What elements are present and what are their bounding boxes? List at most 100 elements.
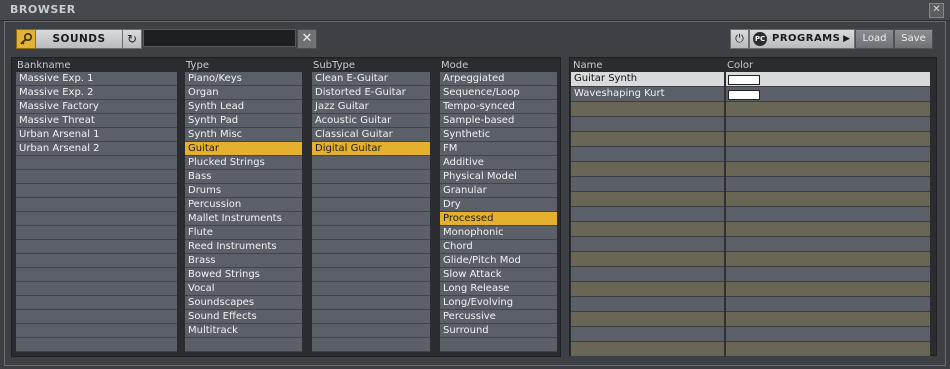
subtype-item[interactable]: Jazz Guitar: [312, 100, 430, 114]
type-item[interactable]: Percussion: [185, 198, 302, 212]
close-icon[interactable]: ✕: [929, 3, 944, 18]
type-item[interactable]: Plucked Strings: [185, 156, 302, 170]
subtype-empty-row: [312, 324, 430, 338]
type-item[interactable]: Reed Instruments: [185, 240, 302, 254]
bankname-empty-row: [16, 324, 177, 338]
name-column-header[interactable]: Name: [573, 60, 603, 71]
subtype-empty-row: [312, 184, 430, 198]
program-empty-row: [571, 222, 930, 237]
type-item[interactable]: Mallet Instruments: [185, 212, 302, 226]
bankname-item[interactable]: Massive Exp. 2: [16, 86, 177, 100]
column-divider: [724, 342, 726, 357]
mode-item[interactable]: Additive: [440, 156, 557, 170]
mode-item[interactable]: Slow Attack: [440, 268, 557, 282]
mode-item[interactable]: Arpeggiated: [440, 72, 557, 86]
type-item[interactable]: Flute: [185, 226, 302, 240]
mode-item[interactable]: Long/Evolving: [440, 296, 557, 310]
reset-icon[interactable]: ↻: [122, 29, 142, 49]
type-item[interactable]: Synth Pad: [185, 114, 302, 128]
program-empty-row: [571, 147, 930, 162]
search-input[interactable]: [143, 29, 296, 47]
pc-badge-icon: PC: [753, 32, 767, 46]
column-divider: [724, 102, 726, 117]
programs-button[interactable]: PC PROGRAMS ▶: [749, 29, 855, 49]
programs-list: Guitar Synth Waveshaping Kurt: [571, 72, 930, 357]
subtype-item[interactable]: Distorted E-Guitar: [312, 86, 430, 100]
subtype-empty-row: [312, 296, 430, 310]
bankname-item[interactable]: Massive Factory: [16, 100, 177, 114]
program-name: Waveshaping Kurt: [574, 88, 665, 99]
program-row[interactable]: Waveshaping Kurt: [571, 87, 930, 102]
type-item[interactable]: Bowed Strings: [185, 268, 302, 282]
mode-item[interactable]: Percussive: [440, 310, 557, 324]
color-column-header[interactable]: Color: [727, 60, 753, 71]
mode-item[interactable]: Surround: [440, 324, 557, 338]
program-empty-row: [571, 342, 930, 357]
sounds-button[interactable]: SOUNDS: [35, 29, 123, 49]
load-button[interactable]: Load: [855, 29, 894, 49]
column-divider: [724, 297, 726, 312]
color-swatch[interactable]: [728, 75, 760, 85]
color-swatch[interactable]: [728, 90, 760, 100]
mode-item[interactable]: Sequence/Loop: [440, 86, 557, 100]
column-divider: [724, 162, 726, 177]
bankname-item[interactable]: Urban Arsenal 1: [16, 128, 177, 142]
bankname-item[interactable]: Urban Arsenal 2: [16, 142, 177, 156]
mode-empty-row: [440, 338, 557, 352]
program-name: Guitar Synth: [574, 73, 638, 84]
save-button[interactable]: Save: [894, 29, 933, 49]
program-row[interactable]: Guitar Synth: [571, 72, 930, 87]
mode-item[interactable]: Processed: [440, 212, 557, 226]
mode-item[interactable]: Sample-based: [440, 114, 557, 128]
mode-item[interactable]: Granular: [440, 184, 557, 198]
type-item[interactable]: Brass: [185, 254, 302, 268]
column-divider: [724, 177, 726, 192]
mode-item[interactable]: Tempo-synced: [440, 100, 557, 114]
program-empty-row: [571, 117, 930, 132]
bankname-item[interactable]: Massive Exp. 1: [16, 72, 177, 86]
programs-label: PROGRAMS: [772, 33, 841, 44]
mode-item[interactable]: Monophonic: [440, 226, 557, 240]
program-empty-row: [571, 237, 930, 252]
subtype-item[interactable]: Acoustic Guitar: [312, 114, 430, 128]
column-divider: [724, 327, 726, 342]
subtype-empty-row: [312, 212, 430, 226]
subtype-empty-row: [312, 226, 430, 240]
mode-item[interactable]: Physical Model: [440, 170, 557, 184]
mode-item[interactable]: Chord: [440, 240, 557, 254]
subtype-empty-row: [312, 240, 430, 254]
program-empty-row: [571, 177, 930, 192]
program-empty-row: [571, 252, 930, 267]
type-item[interactable]: Bass: [185, 170, 302, 184]
mode-item[interactable]: FM: [440, 142, 557, 156]
type-item[interactable]: Sound Effects: [185, 310, 302, 324]
subtype-empty-row: [312, 310, 430, 324]
column-divider: [724, 282, 726, 297]
type-item[interactable]: Synth Misc: [185, 128, 302, 142]
mode-list: Arpeggiated Sequence/Loop Tempo-synced Samp…: [440, 72, 557, 352]
type-empty-row: [185, 338, 302, 352]
column-divider: [724, 252, 726, 267]
mode-item[interactable]: Dry: [440, 198, 557, 212]
mode-item[interactable]: Long Release: [440, 282, 557, 296]
power-icon[interactable]: ⏻: [730, 29, 749, 49]
mode-item[interactable]: Glide/Pitch Mod: [440, 254, 557, 268]
column-divider: [724, 312, 726, 327]
clear-search-button[interactable]: ✕: [297, 29, 317, 49]
type-item[interactable]: Drums: [185, 184, 302, 198]
type-item[interactable]: Vocal: [185, 282, 302, 296]
type-item[interactable]: Multitrack: [185, 324, 302, 338]
key-icon[interactable]: [16, 29, 36, 49]
title-bar: BROWSER ✕: [0, 0, 950, 21]
type-item[interactable]: Organ: [185, 86, 302, 100]
subtype-item[interactable]: Classical Guitar: [312, 128, 430, 142]
mode-item[interactable]: Synthetic: [440, 128, 557, 142]
type-item[interactable]: Guitar: [185, 142, 302, 156]
bankname-empty-row: [16, 198, 177, 212]
type-item[interactable]: Soundscapes: [185, 296, 302, 310]
subtype-item[interactable]: Clean E-Guitar: [312, 72, 430, 86]
subtype-item[interactable]: Digital Guitar: [312, 142, 430, 156]
type-item[interactable]: Piano/Keys: [185, 72, 302, 86]
bankname-item[interactable]: Massive Threat: [16, 114, 177, 128]
type-item[interactable]: Synth Lead: [185, 100, 302, 114]
